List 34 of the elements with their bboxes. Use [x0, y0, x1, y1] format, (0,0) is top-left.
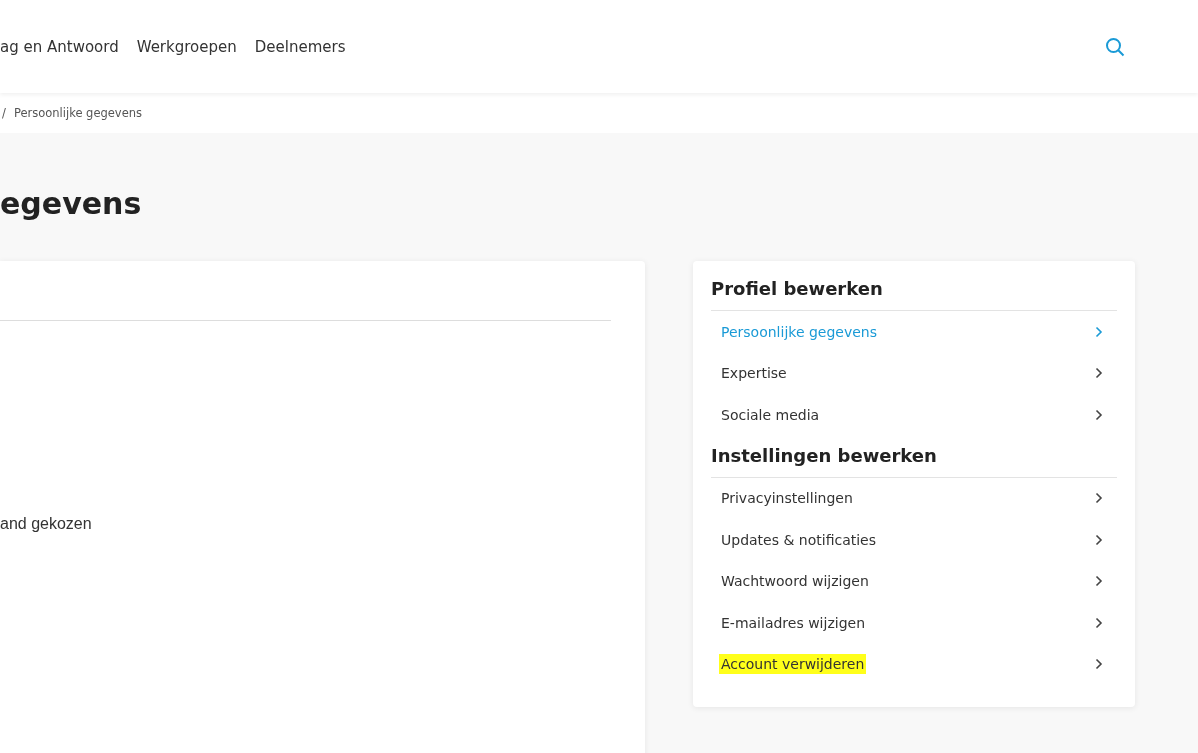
breadcrumb-current: Persoonlijke gegevens [13, 106, 143, 120]
sidebar-link[interactable]: E-mailadres wijzigen [711, 602, 1117, 644]
sidebar-link[interactable]: Wachtwoord wijzigen [711, 560, 1117, 602]
section-title: Instellingen bewerken [711, 443, 1117, 478]
nav-link[interactable]: Werkgroepen [136, 37, 237, 56]
highlighted-label: Account verwijderen [719, 654, 867, 675]
chevron-right-icon [1095, 658, 1103, 671]
link-label: Updates & notificaties [721, 531, 876, 548]
breadcrumb-separator: / [2, 106, 6, 120]
link-label: Expertise [721, 365, 787, 382]
chevron-right-icon [1095, 575, 1103, 588]
sidebar-link[interactable]: Sociale media [711, 394, 1117, 436]
nav-link[interactable]: Deelnemers [254, 37, 346, 56]
chevron-right-icon [1095, 367, 1103, 380]
search-icon [1105, 36, 1125, 57]
chevron-right-icon [1095, 492, 1103, 505]
section-title: Profiel bewerken [711, 277, 1117, 311]
page-title: egevens [0, 185, 143, 223]
link-label: Sociale media [721, 406, 820, 423]
sidebar-link[interactable]: Account verwijderen [711, 643, 1117, 685]
sidebar-link[interactable]: Expertise [711, 352, 1117, 394]
chevron-right-icon [1095, 325, 1103, 338]
chevron-right-icon [1095, 533, 1103, 546]
chevron-right-icon [1095, 408, 1103, 421]
link-label: E-mailadres wijzigen [721, 614, 865, 631]
nav-link[interactable]: ag en Antwoord [0, 37, 119, 56]
link-label: Wachtwoord wijzigen [721, 573, 869, 590]
sidebar-link[interactable]: Updates & notificaties [711, 519, 1117, 561]
chevron-right-icon [1095, 616, 1103, 629]
card-text: and gekozen [0, 515, 92, 533]
link-label: Persoonlijke gegevens [721, 323, 878, 340]
sidebar-link[interactable]: Privacyinstellingen [711, 477, 1117, 519]
link-label: Privacyinstellingen [721, 490, 853, 507]
search-button[interactable] [1104, 35, 1126, 58]
